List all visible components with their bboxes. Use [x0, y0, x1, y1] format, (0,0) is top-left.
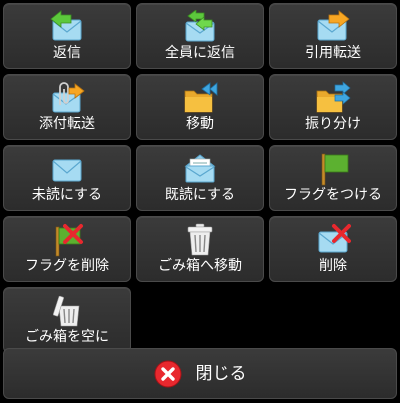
flag-icon	[315, 152, 351, 186]
add-flag-label: フラグをつける	[284, 187, 382, 203]
reply-all-label: 全員に返信	[165, 45, 235, 61]
mark-unread-label: 未読にする	[31, 187, 103, 203]
forward-quote-button[interactable]: 引用転送	[269, 3, 397, 69]
move-to-trash-button[interactable]: ごみ箱へ移動	[136, 216, 264, 282]
envelope-open-icon	[182, 152, 218, 186]
empty-trash-icon	[49, 294, 85, 328]
envelope-forward-icon	[315, 10, 351, 44]
move-to-trash-label: ごみ箱へ移動	[158, 258, 242, 274]
move-label: 移動	[186, 116, 214, 132]
mark-read-label: 既読にする	[164, 187, 236, 203]
folder-sort-icon	[315, 81, 351, 115]
remove-flag-button[interactable]: フラグを削除	[3, 216, 131, 282]
envelope-reply-icon	[49, 10, 85, 44]
folder-move-icon	[182, 81, 218, 115]
reply-label: 返信	[53, 45, 81, 61]
envelope-delete-icon	[315, 223, 351, 257]
move-button[interactable]: 移動	[136, 74, 264, 140]
trash-icon	[182, 223, 218, 257]
envelope-reply-all-icon	[182, 10, 218, 44]
envelope-closed-icon	[49, 152, 85, 186]
sort-button[interactable]: 振り分け	[269, 74, 397, 140]
reply-button[interactable]: 返信	[3, 3, 131, 69]
reply-all-button[interactable]: 全員に返信	[136, 3, 264, 69]
forward-attach-button[interactable]: 添付転送	[3, 74, 131, 140]
mark-unread-button[interactable]: 未読にする	[3, 145, 131, 211]
forward-attach-label: 添付転送	[39, 116, 95, 132]
close-circle-icon	[154, 360, 182, 388]
action-menu-panel: 返信 全員に返信 引用転送 添付転送 移動 振り分け 未読にする 既読にする フ…	[0, 0, 400, 403]
delete-button[interactable]: 削除	[269, 216, 397, 282]
delete-label: 削除	[319, 258, 347, 274]
forward-quote-label: 引用転送	[305, 45, 361, 61]
remove-flag-label: フラグを削除	[25, 258, 109, 274]
close-button[interactable]: 閉じる	[3, 348, 397, 399]
flag-remove-icon	[49, 223, 85, 257]
sort-label: 振り分け	[305, 116, 361, 132]
action-grid: 返信 全員に返信 引用転送 添付転送 移動 振り分け 未読にする 既読にする フ…	[3, 3, 397, 353]
empty-trash-label: ごみ箱を空に	[25, 329, 109, 345]
add-flag-button[interactable]: フラグをつける	[269, 145, 397, 211]
mark-read-button[interactable]: 既読にする	[136, 145, 264, 211]
empty-trash-button[interactable]: ごみ箱を空に	[3, 287, 131, 353]
envelope-attach-forward-icon	[49, 81, 85, 115]
close-label: 閉じる	[195, 363, 247, 384]
